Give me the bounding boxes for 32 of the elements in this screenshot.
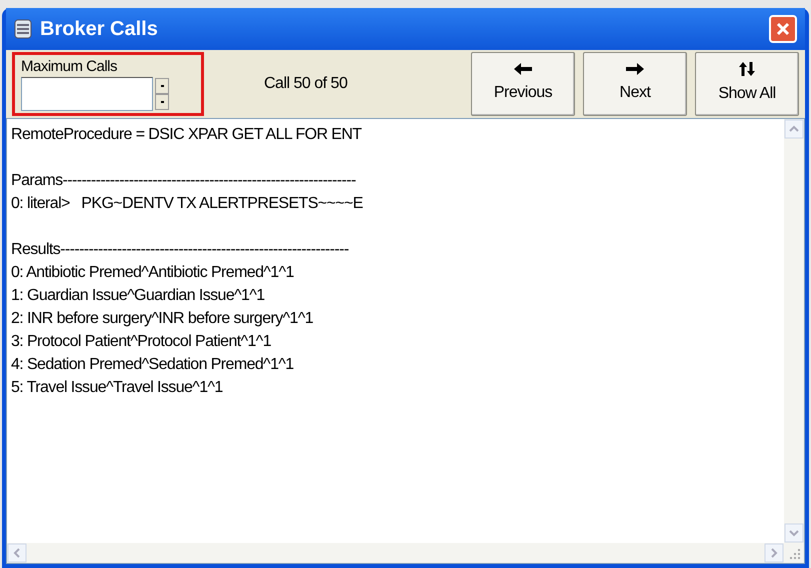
- scroll-down-icon[interactable]: [784, 523, 804, 543]
- nav-button[interactable]: Next: [583, 52, 687, 116]
- call-status: Call 50 of 50: [264, 74, 348, 94]
- log-line: 4: Sedation Premed^Sedation Premed^1^1: [11, 355, 295, 375]
- spin-down-icon[interactable]: [155, 94, 169, 110]
- log-line: RemoteProcedure = DSIC XPAR GET ALL FOR ENT: [11, 125, 363, 145]
- max-calls-label: Maximum Calls: [21, 57, 118, 77]
- spin-control[interactable]: [155, 78, 169, 110]
- scroll-left-icon[interactable]: [7, 543, 27, 563]
- app-icon: [14, 19, 32, 39]
- max-calls-field[interactable]: [21, 77, 153, 111]
- close-button[interactable]: [769, 15, 797, 43]
- close-icon: [776, 22, 790, 36]
- nav-button[interactable]: Show All: [695, 52, 799, 116]
- log-line: Params--------------------------------------------------------------: [11, 171, 357, 191]
- log-line: 2: INR before surgery^INR before surgery^1^1: [11, 309, 314, 329]
- right-arrow-icon: [626, 63, 644, 75]
- log-line: 0: Antibiotic Premed^Antibiotic Premed^1^1: [11, 263, 295, 283]
- left-arrow-icon: [514, 63, 532, 75]
- scroll-up-icon[interactable]: [784, 119, 804, 139]
- vertical-scrollbar[interactable]: [784, 119, 804, 543]
- log-line: 5: Travel Issue^Travel Issue^1^1: [11, 378, 224, 398]
- log-line: Results-------------------------------------------------------------: [11, 240, 350, 260]
- log-line: 3: Protocol Patient^Protocol Patient^1^1: [11, 332, 272, 352]
- sort-arrows-icon: [739, 62, 755, 76]
- log-line: 0: literal> PKG~DENTV TX ALERTPRESETS~~~~E: [11, 194, 364, 214]
- scroll-right-icon[interactable]: [764, 543, 784, 563]
- window-title: Broker Calls: [40, 17, 159, 42]
- log-line: 1: Guardian Issue^Guardian Issue^1^1: [11, 286, 266, 306]
- spin-up-icon[interactable]: [155, 78, 169, 94]
- horizontal-scrollbar[interactable]: [7, 543, 804, 563]
- nav-button[interactable]: Previous: [471, 52, 575, 116]
